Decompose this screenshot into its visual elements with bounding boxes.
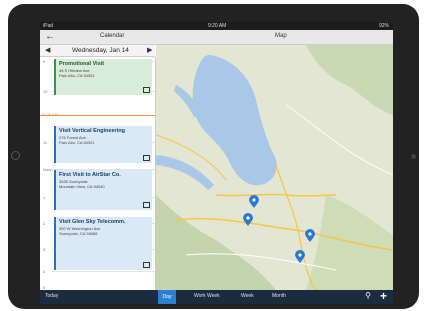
top-bar: ← Calendar Map bbox=[40, 30, 393, 45]
event-city: Palo Alto, CA 94301 bbox=[59, 73, 95, 78]
event-card[interactable]: Visit Glen Sky Telecomm. 300 W Washingto… bbox=[54, 217, 152, 270]
home-button[interactable] bbox=[11, 151, 20, 160]
date-navigator: ◀ Wednesday, Jan 14 ▶ bbox=[40, 45, 155, 57]
event-card[interactable]: Visit Vertical Engineering 276 Forest Av… bbox=[54, 126, 152, 163]
hour-label: 11 bbox=[43, 140, 48, 145]
plus-icon[interactable]: + bbox=[380, 289, 387, 303]
directions-icon[interactable] bbox=[143, 87, 150, 93]
map-title: Map bbox=[275, 33, 287, 39]
map-view[interactable] bbox=[156, 45, 393, 290]
event-city: Mountain View, CA 94040 bbox=[59, 184, 105, 189]
hour-label: 1 bbox=[43, 195, 46, 200]
map-pin-icon[interactable] bbox=[305, 229, 315, 243]
hour-label: 2 bbox=[43, 221, 46, 226]
status-bar: iPad 9:20 AM 92% bbox=[40, 22, 393, 30]
chevron-right-icon[interactable]: ▶ bbox=[147, 46, 152, 54]
current-date: Wednesday, Jan 14 bbox=[72, 47, 129, 54]
back-arrow-icon[interactable]: ← bbox=[45, 31, 55, 43]
carrier-label: iPad bbox=[43, 23, 54, 29]
search-icon[interactable]: ⚲ bbox=[365, 291, 371, 300]
event-title: Promotional Visit bbox=[59, 61, 105, 67]
event-city: Sunnyvale, CA 94086 bbox=[59, 231, 98, 236]
event-city: Palo Alto, CA 94301 bbox=[59, 140, 95, 145]
event-title: Visit Glen Sky Telecomm. bbox=[59, 219, 126, 225]
event-title: Visit Vertical Engineering bbox=[59, 128, 125, 134]
hour-line bbox=[52, 271, 155, 272]
map-canvas bbox=[156, 45, 393, 290]
hour-label: 4 bbox=[43, 269, 46, 274]
tab-month[interactable]: Month bbox=[272, 293, 286, 299]
clock-label: 9:20 AM bbox=[208, 23, 227, 29]
event-card[interactable]: Promotional Visit 45 S Hillview Ave Palo… bbox=[54, 59, 152, 95]
today-button[interactable]: Today bbox=[45, 293, 58, 299]
map-pin-icon[interactable] bbox=[295, 250, 305, 264]
directions-icon[interactable] bbox=[143, 262, 150, 268]
bottom-toolbar: Today Day Work Week Week Month ⚲ + bbox=[40, 289, 393, 304]
tab-day[interactable]: Day bbox=[158, 290, 176, 304]
tab-week[interactable]: Week bbox=[241, 293, 254, 299]
app-screen: iPad 9:20 AM 92% ← Calendar Map ◀ Wednes… bbox=[40, 22, 393, 304]
map-pin-icon[interactable] bbox=[243, 213, 253, 227]
hour-label: 10 bbox=[43, 89, 48, 94]
hour-label: 9 bbox=[43, 59, 46, 64]
ipad-frame: iPad 9:20 AM 92% ← Calendar Map ◀ Wednes… bbox=[8, 4, 419, 309]
directions-icon[interactable] bbox=[143, 155, 150, 161]
day-calendar[interactable]: 9 10 10:20 AM 11 Noon 1 2 3 4 5 Promotio… bbox=[40, 57, 156, 290]
map-pin-icon[interactable] bbox=[249, 195, 259, 209]
tab-work-week[interactable]: Work Week bbox=[194, 293, 220, 299]
hour-label: 3 bbox=[43, 247, 46, 252]
battery-label: 92% bbox=[378, 23, 389, 29]
event-title: First Visit to AirStar Co. bbox=[59, 172, 121, 178]
directions-icon[interactable] bbox=[143, 202, 150, 208]
camera-dot bbox=[411, 154, 416, 159]
event-card[interactable]: First Visit to AirStar Co. 3535 Sunnyval… bbox=[54, 170, 152, 210]
chevron-left-icon[interactable]: ◀ bbox=[45, 46, 50, 54]
calendar-title: Calendar bbox=[100, 33, 125, 39]
current-time-line bbox=[40, 115, 155, 116]
